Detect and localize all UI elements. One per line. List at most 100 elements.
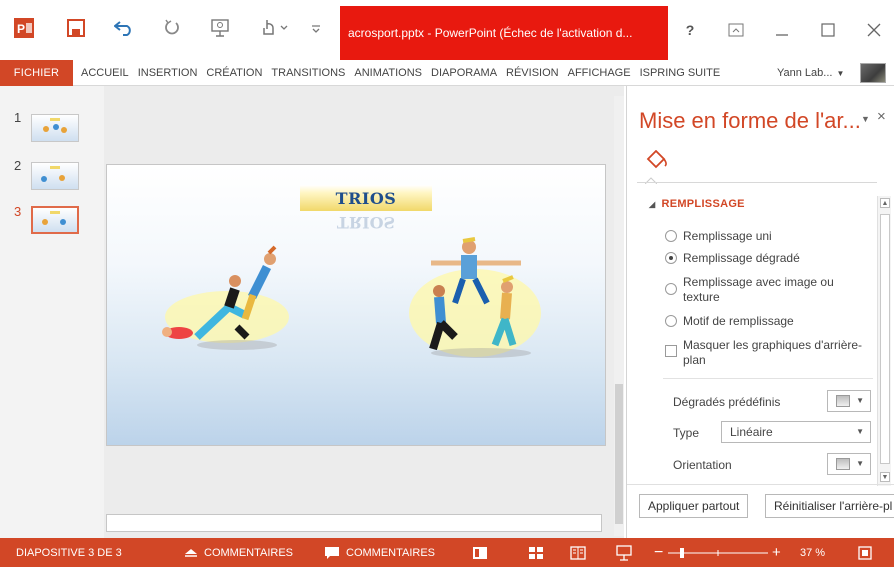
radio-button[interactable] bbox=[665, 252, 677, 264]
apply-all-button[interactable]: Appliquer partout bbox=[639, 494, 749, 518]
radio-remplissage-degrade[interactable]: Remplissage dégradé bbox=[665, 251, 800, 265]
maximize-icon[interactable] bbox=[814, 16, 842, 44]
scrollbar-thumb[interactable] bbox=[615, 384, 623, 524]
slide-sorter-icon[interactable] bbox=[528, 538, 544, 567]
tab-animations[interactable]: ANIMATIONS bbox=[349, 67, 426, 79]
svg-text:P: P bbox=[17, 22, 25, 36]
user-account[interactable]: Yann Lab... ▼ bbox=[777, 60, 844, 86]
thumbnail-number: 3 bbox=[14, 204, 22, 219]
chevron-down-icon: ▼ bbox=[856, 396, 864, 405]
slide-scrollbar[interactable] bbox=[614, 96, 624, 536]
slideshow-view-icon[interactable] bbox=[616, 538, 632, 567]
paint-bucket-icon[interactable] bbox=[645, 150, 669, 172]
pane-scrollbar[interactable]: ▲ ▼ bbox=[877, 196, 891, 486]
zoom-in-icon[interactable]: + bbox=[772, 538, 781, 567]
type-select-value: Linéaire bbox=[730, 425, 773, 439]
chevron-down-icon: ▼ bbox=[856, 459, 864, 468]
zoom-level[interactable]: 37 % bbox=[800, 538, 825, 567]
slide-thumbnail-2[interactable] bbox=[31, 162, 79, 190]
slide-thumbnail-1[interactable] bbox=[31, 114, 79, 142]
slide-title-reflection: TRIOS bbox=[336, 213, 396, 232]
scroll-down-icon[interactable]: ▼ bbox=[880, 472, 890, 482]
radio-remplissage-image[interactable]: Remplissage avec image ou texture bbox=[665, 275, 834, 305]
slide-thumbnail-3[interactable] bbox=[31, 206, 79, 234]
pane-title: Mise en forme de l'ar... bbox=[639, 108, 861, 133]
notes-button[interactable]: COMMENTAIRES bbox=[184, 538, 293, 567]
pane-close-icon[interactable]: × bbox=[877, 108, 886, 125]
tab-accueil[interactable]: ACCUEIL bbox=[76, 67, 133, 79]
acrobat-trio-right-image[interactable] bbox=[403, 233, 553, 363]
user-name: Yann Lab... bbox=[777, 67, 833, 79]
ribbon-display-options-icon[interactable] bbox=[722, 16, 750, 44]
chevron-down-icon: ▼ bbox=[836, 68, 845, 78]
reset-background-button[interactable]: Réinitialiser l'arrière-pl bbox=[765, 494, 894, 518]
acrobat-trio-left-image[interactable] bbox=[157, 237, 297, 357]
title-bar: P acrosport.pptx - PowerPoint (Échec de … bbox=[0, 0, 894, 60]
thumbnail-number: 2 bbox=[14, 158, 22, 173]
radio-label: Remplissage uni bbox=[683, 229, 772, 243]
format-background-pane: Mise en forme de l'ar... ▼ × ◢ REMPLISSAG… bbox=[626, 86, 894, 538]
powerpoint-logo-icon[interactable]: P bbox=[10, 14, 38, 42]
radio-button[interactable] bbox=[665, 230, 677, 242]
current-slide[interactable]: TRIOS TRIOS bbox=[106, 164, 606, 446]
checkbox-masquer-graphiques[interactable]: Masquer les graphiques d'arrière- plan bbox=[665, 338, 862, 368]
touch-mode-icon[interactable] bbox=[254, 14, 294, 42]
checkbox-label-wrap: Masquer les graphiques d'arrière- plan bbox=[683, 338, 862, 368]
gradient-swatch bbox=[836, 395, 850, 407]
radio-button[interactable] bbox=[665, 315, 677, 327]
scroll-up-icon[interactable]: ▲ bbox=[880, 198, 890, 208]
save-icon[interactable] bbox=[62, 14, 90, 42]
scrollbar-thumb[interactable] bbox=[880, 214, 890, 464]
normal-view-icon[interactable] bbox=[472, 538, 488, 567]
zoom-out-icon[interactable]: − bbox=[654, 538, 663, 567]
status-bar: DIAPOSITIVE 3 DE 3 COMMENTAIRES COMMENTA… bbox=[0, 538, 894, 567]
tab-revision[interactable]: RÉVISION bbox=[501, 67, 563, 79]
window-title: acrosport.pptx - PowerPoint (Échec de l'… bbox=[340, 6, 668, 60]
notes-label: COMMENTAIRES bbox=[204, 546, 294, 559]
customize-qat-icon[interactable] bbox=[302, 14, 330, 42]
checkbox[interactable] bbox=[665, 345, 677, 357]
pane-options-icon[interactable]: ▼ bbox=[861, 114, 870, 124]
orientation-button[interactable]: ▼ bbox=[827, 453, 871, 475]
checkbox-label-text: Masquer les graphiques d'arrière- bbox=[683, 338, 863, 352]
radio-remplissage-uni[interactable]: Remplissage uni bbox=[665, 229, 772, 243]
tab-insertion[interactable]: INSERTION bbox=[133, 67, 202, 79]
tab-diaporama[interactable]: DIAPORAMA bbox=[426, 67, 501, 79]
help-button[interactable]: ? bbox=[676, 16, 704, 44]
undo-icon[interactable] bbox=[110, 14, 138, 42]
reading-view-icon[interactable] bbox=[570, 538, 586, 567]
radio-button[interactable] bbox=[665, 283, 677, 295]
checkbox-label-text-line2: plan bbox=[683, 353, 706, 367]
radio-label-text-line2: texture bbox=[683, 290, 720, 304]
tab-affichage[interactable]: AFFICHAGE bbox=[563, 67, 635, 79]
slide-counter[interactable]: DIAPOSITIVE 3 DE 3 bbox=[16, 538, 122, 567]
tab-fichier[interactable]: FICHIER bbox=[0, 60, 73, 86]
pane-divider bbox=[637, 182, 877, 183]
preset-gradients-button[interactable]: ▼ bbox=[827, 390, 871, 412]
type-select[interactable]: Linéaire ▼ bbox=[721, 421, 871, 443]
section-remplissage[interactable]: ◢ REMPLISSAGE bbox=[649, 198, 745, 210]
tab-transitions[interactable]: TRANSITIONS bbox=[266, 67, 349, 79]
notes-pane[interactable] bbox=[106, 514, 602, 532]
tab-ispring-suite[interactable]: ISPRING SUITE bbox=[635, 67, 725, 79]
redo-icon[interactable] bbox=[158, 14, 186, 42]
fit-to-window-icon[interactable] bbox=[858, 538, 872, 567]
radio-motif-remplissage[interactable]: Motif de remplissage bbox=[665, 314, 794, 328]
orientation-label: Orientation bbox=[673, 458, 732, 472]
gradient-swatch bbox=[836, 458, 850, 470]
minimize-icon[interactable] bbox=[768, 16, 796, 44]
powerpoint-window: P acrosport.pptx - PowerPoint (Échec de … bbox=[0, 0, 894, 567]
close-icon[interactable] bbox=[860, 16, 888, 44]
avatar[interactable] bbox=[860, 63, 886, 83]
comments-button[interactable]: COMMENTAIRES bbox=[324, 538, 435, 567]
radio-label-wrap: Remplissage avec image ou texture bbox=[683, 275, 834, 305]
comment-icon bbox=[325, 546, 339, 559]
slide-title[interactable]: TRIOS bbox=[300, 185, 432, 211]
collapse-triangle-icon: ◢ bbox=[649, 200, 656, 209]
tab-creation[interactable]: CRÉATION bbox=[201, 67, 266, 79]
zoom-slider[interactable] bbox=[668, 538, 768, 567]
radio-label-text: Motif de remplissage bbox=[683, 314, 794, 328]
radio-label-text: Remplissage uni bbox=[683, 229, 772, 243]
radio-label-text: Remplissage avec image ou bbox=[683, 275, 834, 289]
slideshow-icon[interactable] bbox=[206, 14, 234, 42]
